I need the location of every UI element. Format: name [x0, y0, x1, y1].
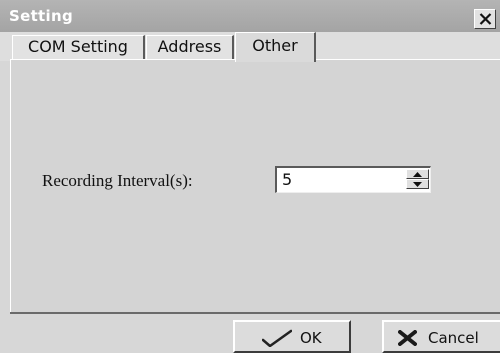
spin-buttons [406, 169, 429, 190]
tab-address[interactable]: Address [146, 35, 234, 59]
cancel-label: Cancel [428, 329, 479, 347]
setting-dialog: Setting COM Setting Address Other Record… [0, 0, 500, 353]
tab-label: Address [157, 37, 222, 56]
cancel-button[interactable]: Cancel [382, 320, 500, 353]
recording-interval-value[interactable]: 5 [282, 170, 292, 189]
recording-interval-label: Recording Interval(s): [42, 171, 193, 190]
recording-interval-spinbox[interactable]: 5 [275, 166, 431, 193]
ok-label: OK [300, 329, 322, 347]
close-icon [479, 13, 492, 25]
tab-com-setting[interactable]: COM Setting [12, 35, 145, 59]
cross-icon [398, 330, 417, 346]
title-bar[interactable]: Setting [0, 0, 500, 32]
checkmark-icon [262, 329, 292, 347]
tab-label: COM Setting [28, 37, 128, 56]
ok-button[interactable]: OK [233, 320, 351, 353]
arrow-up-icon [413, 172, 422, 177]
close-button[interactable] [474, 9, 496, 29]
window-title: Setting [9, 7, 73, 25]
tab-label: Other [252, 36, 298, 55]
arrow-down-icon [413, 182, 422, 187]
tab-other[interactable]: Other [235, 32, 316, 62]
spin-down-button[interactable] [406, 179, 429, 189]
spin-up-button[interactable] [406, 169, 429, 179]
panel-divider [10, 312, 500, 314]
